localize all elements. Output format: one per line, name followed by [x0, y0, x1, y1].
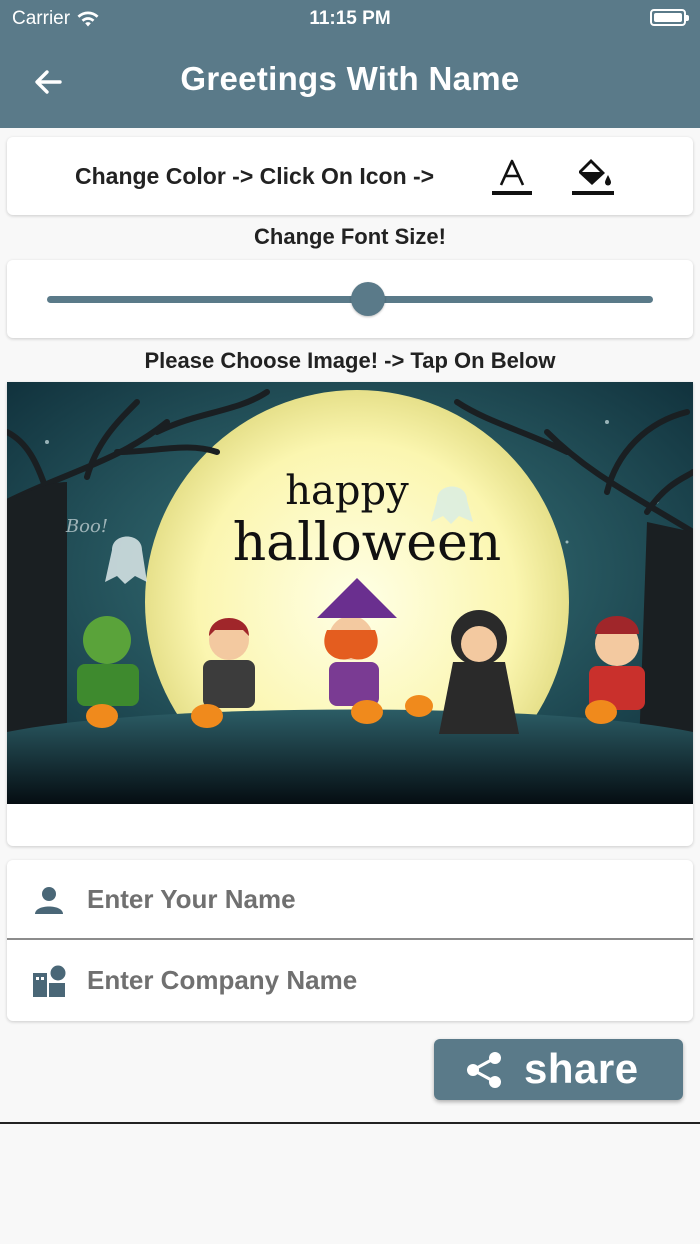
- status-time: 11:15 PM: [309, 8, 391, 29]
- name-input[interactable]: [87, 874, 667, 924]
- name-row: [7, 860, 693, 940]
- greeting-image[interactable]: happy halloween Boo!: [7, 382, 693, 804]
- share-label: share: [524, 1045, 639, 1092]
- business-icon: [33, 965, 66, 997]
- person-icon: [35, 887, 63, 914]
- font-size-slider-thumb[interactable]: [351, 282, 386, 316]
- share-button[interactable]: share: [434, 1039, 683, 1100]
- company-input[interactable]: [87, 955, 667, 1005]
- page-title: Greetings With Name: [180, 60, 520, 97]
- change-color-label: Change Color -> Click On Icon ->: [75, 163, 435, 189]
- font-size-slider-card: [7, 260, 693, 338]
- details-form-card: [7, 860, 693, 1021]
- image-text-happy: happy: [285, 468, 409, 514]
- battery-icon: [650, 9, 689, 26]
- font-size-slider-track[interactable]: [47, 296, 653, 303]
- status-bar: Carrier 11:15 PM: [0, 0, 700, 38]
- font-size-label: Change Font Size!: [254, 224, 446, 249]
- image-text-halloween: halloween: [233, 513, 502, 573]
- choose-image-label: Please Choose Image! -> Tap On Below: [144, 348, 556, 373]
- fill-color-icon[interactable]: [571, 155, 615, 197]
- bottom-divider: [0, 1122, 700, 1124]
- app-bar: Carrier 11:15 PM Greetings With Name: [0, 0, 700, 128]
- image-text-boo: Boo!: [65, 516, 108, 537]
- color-options-card: Change Color -> Click On Icon ->: [7, 137, 693, 215]
- image-picker-card[interactable]: happy halloween Boo!: [7, 382, 693, 846]
- company-row: [7, 941, 693, 1021]
- share-icon: [467, 1052, 501, 1088]
- text-color-icon[interactable]: [491, 157, 533, 197]
